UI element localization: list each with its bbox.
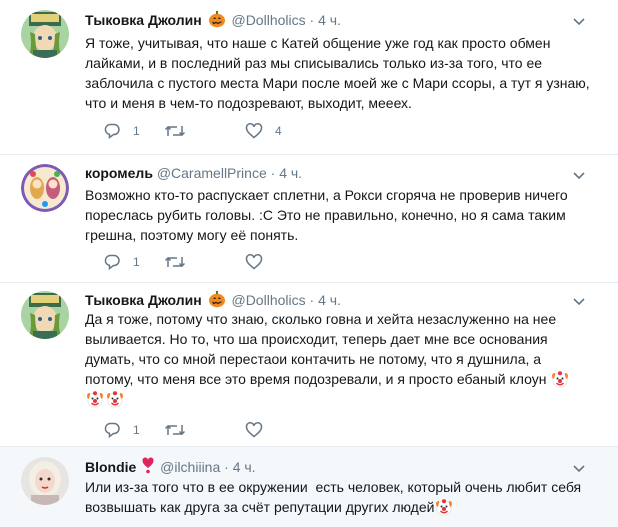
like-button[interactable] (245, 421, 275, 439)
avatar[interactable] (21, 164, 69, 212)
timestamp[interactable]: 4 ч. (318, 292, 341, 308)
retweet-button[interactable] (164, 421, 198, 439)
tweet-text-body: Да я тоже, потому что знаю, сколько говн… (85, 311, 560, 387)
chevron-down-icon[interactable] (573, 15, 585, 29)
tweet-card[interactable]: Blondie @ilchiiina · 4 ч. Или из-за того… (0, 447, 618, 527)
separator-dot: · (270, 165, 276, 181)
user-handle[interactable]: @ilchiiina (160, 459, 220, 475)
retweet-icon (164, 125, 186, 137)
like-button[interactable] (245, 253, 275, 271)
display-name[interactable]: Тыковка Джолин (85, 12, 202, 28)
pumpkin-icon (208, 10, 226, 32)
tweet-card[interactable]: Тыковка Джолин @Dollholics · 4 ч. Я тоже… (0, 0, 618, 155)
avatar[interactable] (21, 10, 69, 58)
reply-icon (104, 254, 120, 270)
timestamp[interactable]: 4 ч. (318, 12, 341, 28)
retweet-button[interactable] (164, 253, 198, 271)
tweet-text: Да я тоже, потому что знаю, сколько говн… (85, 309, 590, 409)
reply-count: 1 (133, 255, 140, 269)
like-icon (245, 123, 263, 139)
tweet-text-body: Или из-за того что в ее окружении есть ч… (85, 479, 586, 515)
clown-face-icon (86, 390, 104, 408)
heart-icon (142, 457, 154, 479)
chevron-down-icon[interactable] (573, 295, 585, 309)
user-handle[interactable]: @CaramellPrince (157, 165, 267, 181)
user-handle[interactable]: @Dollholics (231, 292, 305, 308)
avatar[interactable] (21, 291, 69, 339)
reply-count: 1 (133, 423, 140, 437)
timestamp[interactable]: 4 ч. (279, 165, 302, 181)
like-count: 4 (275, 124, 282, 138)
user-handle[interactable]: @Dollholics (231, 12, 305, 28)
separator-dot: · (309, 12, 315, 28)
tweet-text: Или из-за того что в ее окружении есть ч… (85, 477, 590, 517)
reply-icon (104, 422, 120, 438)
like-button[interactable]: 4 (245, 122, 282, 140)
display-name[interactable]: коромель (85, 165, 153, 181)
clown-face-icon (106, 390, 124, 408)
retweet-icon (164, 256, 186, 268)
tweet-text: Я тоже, учитывая, что наше с Катей общен… (85, 35, 594, 111)
tweet-card[interactable]: Тыковка Джолин @Dollholics · 4 ч. Да я т… (0, 283, 618, 447)
reply-count: 1 (133, 124, 140, 138)
tweet-text: Возможно кто-то распускает сплетни, а Ро… (85, 187, 572, 243)
reply-button[interactable]: 1 (103, 421, 140, 439)
like-icon (245, 254, 263, 270)
clown-face-icon (551, 370, 569, 388)
display-name[interactable]: Blondie (85, 459, 136, 475)
chevron-down-icon[interactable] (573, 462, 585, 476)
retweet-icon (164, 424, 186, 436)
chevron-down-icon[interactable] (573, 169, 585, 183)
timestamp[interactable]: 4 ч. (233, 459, 256, 475)
tweet-card[interactable]: коромель @CaramellPrince · 4 ч. Возможно… (0, 155, 618, 283)
avatar[interactable] (21, 457, 69, 505)
reply-icon (104, 123, 120, 139)
clown-face-icon (435, 498, 454, 516)
separator-dot: · (224, 459, 229, 475)
like-icon (245, 422, 263, 438)
separator-dot: · (309, 292, 315, 308)
reply-button[interactable]: 1 (103, 122, 140, 140)
display-name[interactable]: Тыковка Джолин (85, 292, 202, 308)
retweet-button[interactable] (164, 122, 198, 140)
reply-button[interactable]: 1 (103, 253, 140, 271)
